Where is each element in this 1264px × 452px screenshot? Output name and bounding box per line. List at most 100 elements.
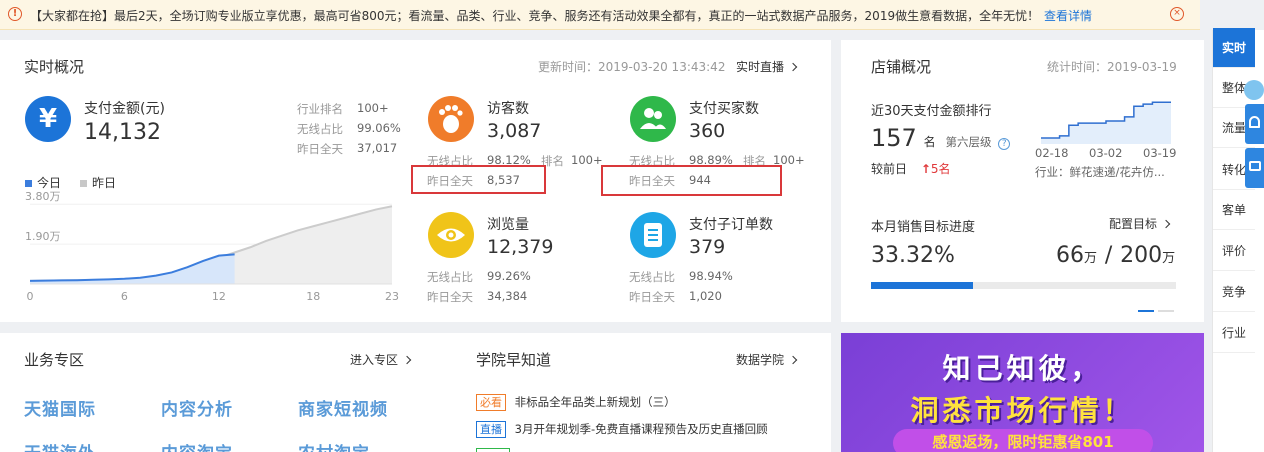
live-link[interactable]: 实时直播 [736,58,798,75]
up-arrow-icon: ↑ [920,162,931,176]
legend-yesterday: 昨日 [80,174,116,191]
rank-tick-3: 03-19 [1143,146,1177,160]
zone-content-analysis[interactable]: 内容分析 [161,395,233,420]
compare-value: 5名 [930,162,951,176]
view-details-link[interactable]: 查看详情 [1044,7,1092,24]
industry-rank-value: 100+ [357,101,389,115]
carousel-dot-active[interactable] [1138,310,1154,312]
carousel-dot[interactable] [1158,310,1174,312]
sidebar-item-industry[interactable]: 行业 [1213,313,1255,353]
x-tick-label: 0 [27,290,34,303]
legend-yesterday-label: 昨日 [92,176,117,190]
promo-headline-1: 知己知彼， [942,352,1103,385]
realtime-title: 实时概况 [24,58,85,76]
zone-content-taobao[interactable]: 内容淘宝 [161,439,233,452]
warning-icon: ! [8,7,22,21]
x-tick-label: 12 [212,290,226,303]
y-tick-label: 3.80万 [25,190,61,203]
metric-value: 12,379 [487,236,554,258]
metric-yesterday-value: 34,384 [487,289,528,303]
help-icon[interactable]: ? [998,138,1011,150]
zone-short-video[interactable]: 商家短视频 [298,395,388,420]
chevron-right-icon [402,355,412,365]
zone-rural-taobao[interactable]: 农村淘宝 [298,439,370,452]
rank-unit: 名 [923,135,936,149]
zone-tmall-overseas[interactable]: 天猫海外 [24,439,96,452]
academy-title: 学院早知道 [476,351,552,369]
legend-yesterday-swatch [80,180,87,187]
metric-wireless-label: 无线占比 [629,270,675,284]
news-tag-partial [476,448,510,452]
buyers-icon [630,96,676,142]
target-amount: 66万 / 200万 [1056,243,1175,268]
yen-icon: ¥ [25,96,71,142]
rank-chart [1041,101,1171,144]
news-tag: 必看 [476,394,506,411]
news-text: 非标品全年品类上新规划（三） [514,395,676,409]
business-enter-link[interactable]: 进入专区 [350,351,412,368]
business-title: 业务专区 [24,351,85,369]
metric-yesterday-label: 昨日全天 [427,290,473,304]
done-unit: 万 [1084,251,1098,266]
notice-bar: ! 【大家都在抢】最后2天，全场订购专业版立享优惠，最高可省800元；看流量、品… [0,0,1200,30]
metric-wireless-label: 无线占比 [427,270,473,284]
bell-glyph [1249,116,1260,128]
trend-chart: 3.80万 1.90万 0 6 12 18 23 [25,190,399,303]
target-title: 本月销售目标进度 [871,220,976,235]
rank-number: 157 [871,124,917,152]
x-tick-label: 23 [385,290,399,303]
industry-label: 行业：鲜花速递/花卉仿... [1035,165,1165,179]
goal-unit: 万 [1162,251,1176,266]
promo-cta: 感恩返场，限时钜惠省801 [893,429,1153,452]
yesterday-total-value: 37,017 [357,141,398,155]
x-tick-label: 18 [306,290,320,303]
metric-wireless-value: 99.26% [487,269,531,283]
metric-label: 访客数 [487,101,529,117]
sidebar-item-competition[interactable]: 竞争 [1213,272,1255,312]
metric-wireless-value: 98.94% [689,269,733,283]
done-value: 66 [1056,243,1084,268]
store-card: 店铺概况 统计时间：2019-03-19 近30天支付金额排行 157 名 第六… [841,40,1204,322]
chat-icon[interactable] [1245,148,1264,188]
store-title: 店铺概况 [871,58,932,76]
zone-tmall-intl[interactable]: 天猫国际 [24,395,96,420]
wireless-ratio-label: 无线占比 [297,122,343,136]
news-item[interactable]: 必看 非标品全年品类上新规划（三） [476,394,676,411]
metric-label: 支付买家数 [689,101,759,117]
legend-today: 今日 [25,174,61,191]
slash: / [1104,243,1113,268]
x-tick-label: 6 [121,290,128,303]
metric-rank-value: 100+ [571,153,603,167]
notification-bell-icon[interactable] [1245,104,1264,144]
rank-title: 近30天支付金额排行 [871,104,992,119]
sidebar-item-realtime[interactable]: 实时 [1213,28,1255,68]
promo-headline-2: 洞悉市场行情！ [910,394,1135,427]
metric-yesterday-label: 昨日全天 [629,290,675,304]
data-academy-link[interactable]: 数据学院 [736,351,798,368]
target-progress-fill [871,282,973,289]
business-enter-label: 进入专区 [350,353,399,367]
notice-text: 【大家都在抢】最后2天，全场订购专业版立享优惠，最高可省800元；看流量、品类、… [30,9,1040,23]
promo-banner[interactable]: 知己知彼， 洞悉市场行情！ 感恩返场，限时钜惠省801 [841,333,1204,452]
config-target-label: 配置目标 [1109,217,1158,231]
news-item[interactable]: 直播 3月开年规划季-免费直播课程预告及历史直播回顾 [476,421,768,438]
pay-amount-label: 支付金额(元) [84,101,165,117]
metric-value: 360 [689,120,726,142]
sidebar-item-average-order[interactable]: 客单 [1213,190,1255,230]
target-progress-track [871,282,1176,289]
realtime-card: 实时概况 更新时间：2019-03-20 13:43:42 实时直播 ¥ 支付金… [0,40,831,322]
metric-yesterday-value: 1,020 [689,289,722,303]
close-icon[interactable]: × [1170,7,1184,21]
metric-value: 3,087 [487,120,542,142]
rank-value: 157 名 第六层级 ? [871,124,1011,152]
mascot-icon[interactable] [1244,80,1264,100]
chevron-right-icon [1161,219,1171,229]
news-text: 3月开年规划季-免费直播课程预告及历史直播回顾 [514,422,768,436]
buyer-yesterday-highlight [601,165,782,196]
config-target-link[interactable]: 配置目标 [1109,215,1171,232]
sidebar-item-reviews[interactable]: 评价 [1213,231,1255,271]
chevron-right-icon [788,355,798,365]
chat-glyph [1249,161,1261,171]
order-icon [630,212,676,258]
compare-row: 较前日 ↑5名 [871,160,951,177]
